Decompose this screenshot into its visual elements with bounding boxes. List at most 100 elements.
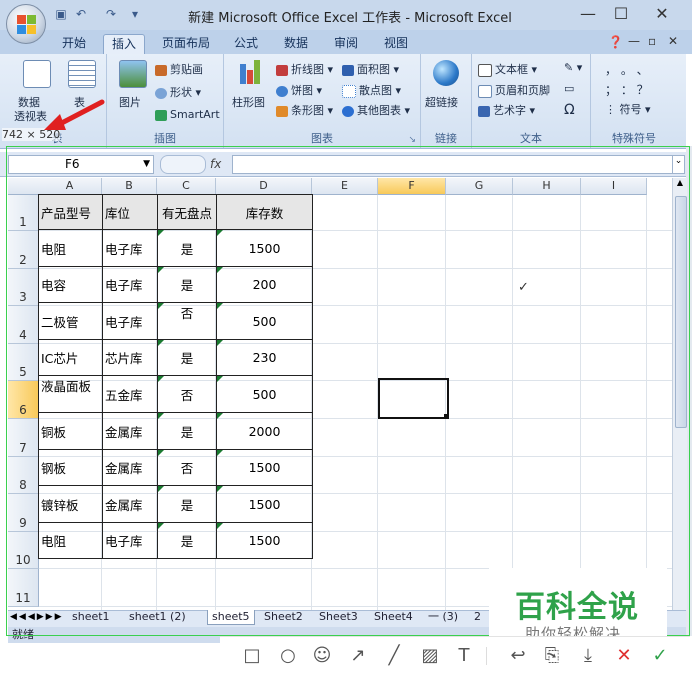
- tab-review[interactable]: 审阅: [326, 34, 366, 54]
- mosaic-tool-icon[interactable]: ▨: [418, 645, 442, 667]
- table-cell[interactable]: 是: [157, 522, 217, 559]
- row-header-1[interactable]: 1: [8, 195, 39, 231]
- table-cell[interactable]: 500: [216, 302, 313, 340]
- name-box[interactable]: F6 ▼: [8, 155, 154, 174]
- select-all-corner[interactable]: [8, 178, 39, 195]
- table-cell[interactable]: 是: [157, 266, 217, 303]
- ribbon-restore-icon[interactable]: ▫: [648, 34, 656, 48]
- table-cell[interactable]: IC芯片: [38, 339, 103, 376]
- object-icon[interactable]: ▭: [564, 82, 574, 95]
- save-tool-icon[interactable]: ⎘: [540, 645, 564, 667]
- table-cell[interactable]: 二极管: [38, 302, 103, 340]
- close-button[interactable]: ✕: [648, 4, 676, 24]
- table-cell[interactable]: 电子库: [102, 522, 158, 559]
- row-header-9[interactable]: 9: [8, 494, 39, 532]
- table-cell[interactable]: 电子库: [102, 229, 158, 267]
- download-tool-icon[interactable]: ⤓: [576, 645, 600, 667]
- sheet-tab[interactable]: Sheet2: [260, 610, 307, 624]
- table-cell[interactable]: 金属库: [102, 449, 158, 486]
- expand-formula-icon[interactable]: ⌄: [672, 155, 685, 174]
- tab-view[interactable]: 视图: [376, 34, 416, 54]
- table-cell[interactable]: 1500: [216, 485, 313, 523]
- tab-formulas[interactable]: 公式: [226, 34, 266, 54]
- table-cell[interactable]: 电阻: [38, 229, 103, 267]
- signature-line-icon[interactable]: ✎ ▾: [564, 61, 582, 74]
- vertical-scrollbar[interactable]: ▲: [672, 178, 687, 610]
- table-cell[interactable]: 电阻: [38, 522, 103, 559]
- pen-tool-icon[interactable]: ╱: [382, 645, 406, 667]
- picture-button[interactable]: 图片: [115, 60, 149, 114]
- table-cell[interactable]: 镀锌板: [38, 485, 103, 523]
- column-header-a[interactable]: A: [38, 178, 102, 195]
- confirm-tool-icon[interactable]: ✓: [648, 645, 672, 667]
- other-charts-button[interactable]: 其他图表 ▾: [342, 102, 410, 118]
- sheet-tab[interactable]: Sheet4: [370, 610, 417, 624]
- textbox-button[interactable]: 文本框 ▾: [478, 61, 537, 77]
- table-header-cell[interactable]: 库位: [102, 194, 158, 230]
- redo-icon[interactable]: ↷: [104, 7, 118, 21]
- hyperlink-button[interactable]: 超链接: [425, 60, 467, 114]
- sheet-nav-icons[interactable]: ◀◀◀▶▶▶: [10, 612, 64, 622]
- row-header-4[interactable]: 4: [8, 306, 39, 344]
- sheet-tab[interactable]: sheet1 (2): [125, 610, 190, 624]
- table-cell[interactable]: 否: [157, 375, 217, 413]
- table-cell[interactable]: 2000: [216, 412, 313, 450]
- column-header-d[interactable]: D: [216, 178, 312, 195]
- table-cell[interactable]: 电子库: [102, 266, 158, 303]
- table-cell[interactable]: 否: [157, 302, 217, 340]
- column-header-i[interactable]: I: [581, 178, 647, 195]
- column-header-e[interactable]: E: [312, 178, 378, 195]
- office-button-icon[interactable]: [6, 4, 46, 44]
- sheet-tab[interactable]: Sheet3: [315, 610, 362, 624]
- ribbon-minimize-icon[interactable]: —: [628, 34, 640, 48]
- maximize-button[interactable]: ☐: [607, 4, 635, 24]
- scroll-thumb[interactable]: [675, 196, 687, 428]
- qat-dropdown-icon[interactable]: ▾: [128, 7, 142, 21]
- row-header-8[interactable]: 8: [8, 457, 39, 494]
- formula-zoom-control[interactable]: [160, 155, 206, 174]
- header-footer-button[interactable]: 页眉和页脚: [478, 82, 550, 98]
- symbol-button[interactable]: ⋮ 符号 ▾: [605, 101, 651, 117]
- table-cell[interactable]: 液晶面板: [38, 375, 103, 413]
- sheet-tab[interactable]: 2: [470, 610, 485, 624]
- shapes-button[interactable]: 形状 ▾: [155, 84, 201, 100]
- arrow-tool-icon[interactable]: ↗: [346, 645, 370, 667]
- table-cell[interactable]: 1500: [216, 449, 313, 486]
- column-header-g[interactable]: G: [446, 178, 513, 195]
- table-cell[interactable]: 铜板: [38, 412, 103, 450]
- table-header-cell[interactable]: 库存数: [216, 194, 313, 230]
- text-tool-icon[interactable]: T: [452, 645, 476, 667]
- row-header-11[interactable]: 11: [8, 569, 39, 607]
- table-cell[interactable]: 否: [157, 449, 217, 486]
- sheet-tab[interactable]: 一 (3): [424, 610, 462, 624]
- row-header-2[interactable]: 2: [8, 231, 39, 269]
- table-cell[interactable]: 是: [157, 412, 217, 450]
- column-chart-button[interactable]: 柱形图: [232, 60, 272, 114]
- row-header-5[interactable]: 5: [8, 344, 39, 381]
- undo-tool-icon[interactable]: ↩: [506, 645, 530, 667]
- table-cell[interactable]: 五金库: [102, 375, 158, 413]
- sheet-tab[interactable]: sheet1: [68, 610, 114, 624]
- table-cell[interactable]: 金属库: [102, 412, 158, 450]
- tab-home[interactable]: 开始: [54, 34, 94, 54]
- table-cell[interactable]: 是: [157, 229, 217, 267]
- row-header-10[interactable]: 10: [8, 532, 39, 569]
- table-cell[interactable]: 金属库: [102, 485, 158, 523]
- symbol-omega-icon[interactable]: Ω: [564, 102, 575, 118]
- column-header-f[interactable]: F: [378, 178, 446, 195]
- insert-function-icon[interactable]: fx: [210, 157, 221, 171]
- bar-chart-button[interactable]: 条形图 ▾: [276, 102, 333, 118]
- tab-page-layout[interactable]: 页面布局: [156, 34, 216, 54]
- area-chart-button[interactable]: 面积图 ▾: [342, 61, 399, 77]
- table-cell[interactable]: 钢板: [38, 449, 103, 486]
- wordart-button[interactable]: 艺术字 ▾: [478, 102, 535, 118]
- pie-chart-button[interactable]: 饼图 ▾: [276, 82, 322, 98]
- cancel-tool-icon[interactable]: ✕: [612, 645, 636, 667]
- ribbon-close-icon[interactable]: ✕: [668, 34, 678, 48]
- scatter-chart-button[interactable]: 散点图 ▾: [342, 82, 401, 98]
- row-header-6[interactable]: 6: [8, 381, 39, 419]
- table-cell[interactable]: 电容: [38, 266, 103, 303]
- table-cell[interactable]: 230: [216, 339, 313, 376]
- fill-handle[interactable]: [444, 414, 448, 418]
- smartart-button[interactable]: SmartArt: [155, 108, 220, 121]
